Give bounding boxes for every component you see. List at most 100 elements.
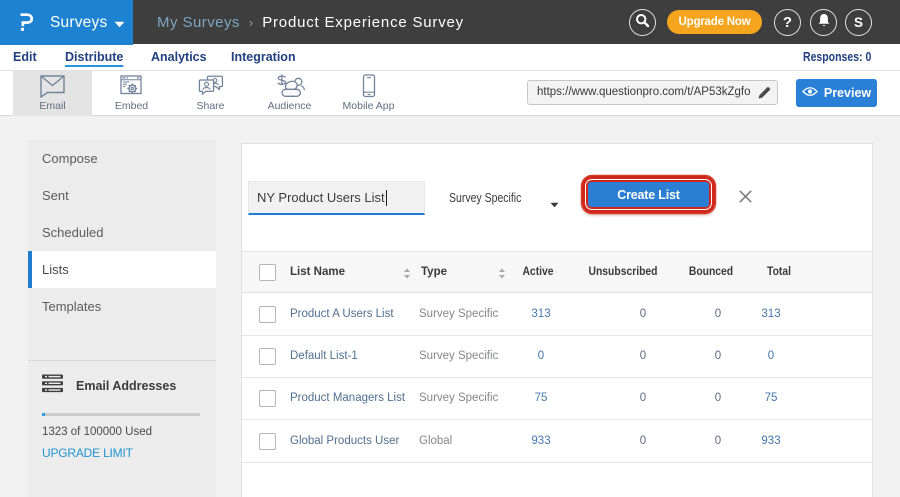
active-count[interactable]: 933 (531, 420, 550, 462)
row-checkbox[interactable] (259, 348, 276, 365)
search-button[interactable] (629, 9, 656, 36)
share-icon (171, 71, 250, 98)
sidebar-item-lists[interactable]: Lists (28, 251, 216, 288)
column-header-total[interactable]: Total (767, 252, 791, 292)
list-type-cell: Global (419, 420, 452, 462)
red-highlight-annotation: Create List (582, 176, 715, 213)
bounced-count: 0 (715, 293, 721, 335)
active-count[interactable]: 75 (535, 377, 548, 419)
tab-analytics[interactable]: Analytics (151, 44, 207, 70)
total-count[interactable]: 75 (765, 377, 778, 419)
tool-mobile-app[interactable]: Mobile App (329, 71, 408, 116)
preview-button-label: Preview (824, 86, 871, 100)
row-checkbox[interactable] (259, 306, 276, 323)
caret-down-icon (114, 15, 125, 33)
email-usage-progressbar (42, 413, 200, 416)
total-count[interactable]: 313 (761, 293, 780, 335)
survey-tab-bar: Edit Distribute Analytics Integration Re… (0, 44, 900, 71)
email-addresses-title: Email Addresses (76, 379, 176, 393)
email-usage-text: 1323 of 100000 Used (42, 426, 202, 438)
embed-icon (92, 71, 171, 98)
product-switcher[interactable]: Surveys (0, 0, 133, 45)
avatar[interactable]: S (845, 9, 872, 36)
tool-email[interactable]: Email (13, 71, 92, 116)
table-row: Product Managers List Survey Specific 75… (242, 377, 872, 420)
unsubscribed-count: 0 (640, 293, 646, 335)
preview-button[interactable]: Preview (796, 79, 877, 107)
select-all-checkbox[interactable] (259, 264, 276, 281)
sort-icon[interactable] (403, 266, 411, 284)
close-icon[interactable] (738, 189, 753, 209)
audience-icon (250, 71, 329, 98)
list-name-link[interactable]: Default List-1 (290, 335, 358, 377)
eye-icon (802, 86, 818, 100)
email-sidebar: Compose Sent Scheduled Lists Templates E… (28, 140, 216, 497)
help-button[interactable]: ? (774, 9, 801, 36)
sidebar-item-scheduled[interactable]: Scheduled (28, 214, 216, 251)
list-type-value: Survey Specific (449, 181, 521, 215)
sort-icon[interactable] (498, 266, 506, 284)
tool-share[interactable]: Share (171, 71, 250, 116)
list-icon (42, 374, 63, 398)
list-name-link[interactable]: Product A Users List (290, 293, 394, 335)
email-usage-progress-fill (42, 413, 45, 416)
top-navigation-bar: My Surveys › Product Experience Survey U… (0, 0, 900, 44)
tool-audience[interactable]: Audience (250, 71, 329, 116)
sidebar-item-sent[interactable]: Sent (28, 177, 216, 214)
product-switcher-label: Surveys (50, 14, 107, 32)
column-header-unsubscribed[interactable]: Unsubscribed (588, 252, 657, 292)
table-row: Global Products User Global 933 0 0 933 (242, 420, 872, 463)
sidebar-item-compose[interactable]: Compose (28, 140, 216, 177)
upgrade-now-button[interactable]: Upgrade Now (667, 10, 762, 34)
list-type-cell: Survey Specific (419, 293, 498, 335)
unsubscribed-count: 0 (640, 335, 646, 377)
create-list-button[interactable]: Create List (588, 182, 709, 207)
list-name-link[interactable]: Product Managers List (290, 377, 405, 419)
lists-panel: NY Product Users List Survey Specific Cr… (241, 143, 873, 497)
questionpro-logo-icon (20, 13, 34, 32)
list-name-input[interactable]: NY Product Users List (248, 181, 425, 215)
total-count[interactable]: 933 (761, 420, 780, 462)
list-name-link[interactable]: Global Products User (290, 420, 399, 462)
edit-url-pencil-icon[interactable] (757, 85, 772, 105)
survey-url-value[interactable]: https://www.questionpro.com/t/AP53kZgfo (537, 81, 762, 104)
total-count[interactable]: 0 (768, 335, 774, 377)
breadcrumb-current-survey: Product Experience Survey (262, 14, 464, 31)
active-count[interactable]: 313 (531, 293, 550, 335)
upgrade-limit-link[interactable]: UPGRADE LIMIT (42, 446, 202, 460)
sidebar-nav: Compose Sent Scheduled Lists Templates (28, 140, 216, 325)
row-checkbox[interactable] (259, 433, 276, 450)
table-row: Default List-1 Survey Specific 0 0 0 0 (242, 335, 872, 378)
tab-edit[interactable]: Edit (13, 44, 37, 70)
unsubscribed-count: 0 (640, 420, 646, 462)
responses-count[interactable]: Responses: 0 (803, 44, 871, 70)
list-name-value: NY Product Users List (257, 190, 385, 205)
survey-url-field[interactable]: https://www.questionpro.com/t/AP53kZgfo (527, 80, 778, 105)
bounced-count: 0 (715, 335, 721, 377)
table-header: List Name Type Active Unsubscribed Bounc… (242, 251, 872, 293)
column-header-list-name[interactable]: List Name (290, 252, 345, 292)
column-header-active[interactable]: Active (522, 252, 553, 292)
bell-icon (817, 13, 831, 33)
column-header-bounced[interactable]: Bounced (689, 252, 733, 292)
help-icon: ? (783, 14, 792, 31)
distribute-toolbar: Email Embed Share Audience Mobile App ht… (0, 71, 900, 116)
unsubscribed-count: 0 (640, 377, 646, 419)
search-icon (635, 13, 650, 33)
row-checkbox[interactable] (259, 390, 276, 407)
breadcrumb-my-surveys[interactable]: My Surveys (157, 14, 240, 31)
breadcrumb: My Surveys › Product Experience Survey (157, 0, 464, 44)
red-highlight-annotation-inner: Create List (586, 180, 711, 209)
notifications-button[interactable] (810, 9, 837, 36)
sidebar-item-templates[interactable]: Templates (28, 288, 216, 325)
list-type-cell: Survey Specific (419, 335, 498, 377)
active-count[interactable]: 0 (538, 335, 544, 377)
tab-integration[interactable]: Integration (231, 44, 296, 70)
list-type-cell: Survey Specific (419, 377, 498, 419)
email-icon (13, 71, 92, 98)
select-caret-down-icon (550, 195, 559, 213)
tab-distribute[interactable]: Distribute (65, 44, 123, 70)
column-header-type[interactable]: Type (421, 252, 447, 292)
text-cursor (386, 190, 387, 206)
tool-embed[interactable]: Embed (92, 71, 171, 116)
